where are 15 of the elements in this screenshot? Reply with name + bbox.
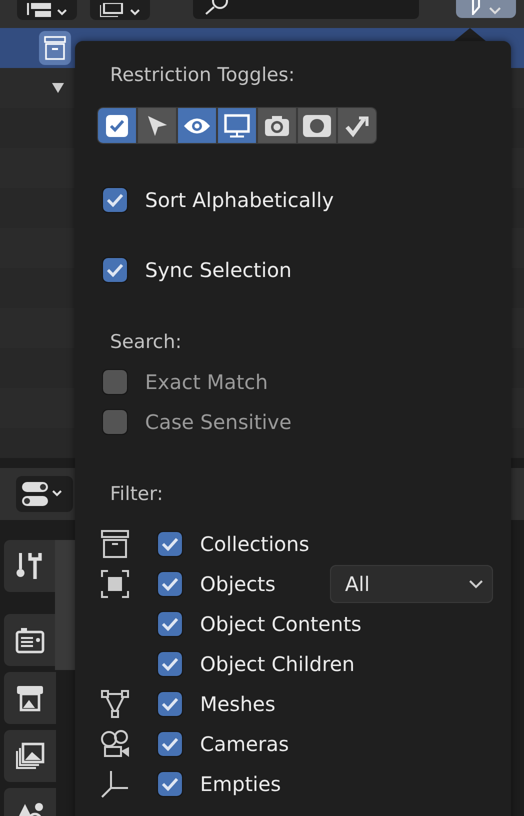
- checkbox-label: Objects: [200, 571, 276, 597]
- checkbox-label: Sort Alphabetically: [145, 187, 334, 213]
- checkbox-label: Meshes: [200, 691, 276, 717]
- section-title: Search:: [110, 330, 183, 354]
- checkbox-label: Cameras: [200, 731, 289, 757]
- object-filter-dropdown[interactable]: All: [330, 565, 493, 603]
- section-title: Restriction Toggles:: [110, 63, 296, 87]
- checkbox-label: Collections: [200, 531, 310, 557]
- checkbox-label: Object Children: [200, 651, 355, 677]
- checkbox-label: Empties: [200, 771, 281, 797]
- checkbox-label: Object Contents: [200, 611, 362, 637]
- checkbox-label: Sync Selection: [145, 257, 292, 283]
- section-title: Filter:: [110, 482, 164, 506]
- checkbox-label: Case Sensitive: [145, 409, 292, 435]
- checkbox-label: Exact Match: [145, 369, 268, 395]
